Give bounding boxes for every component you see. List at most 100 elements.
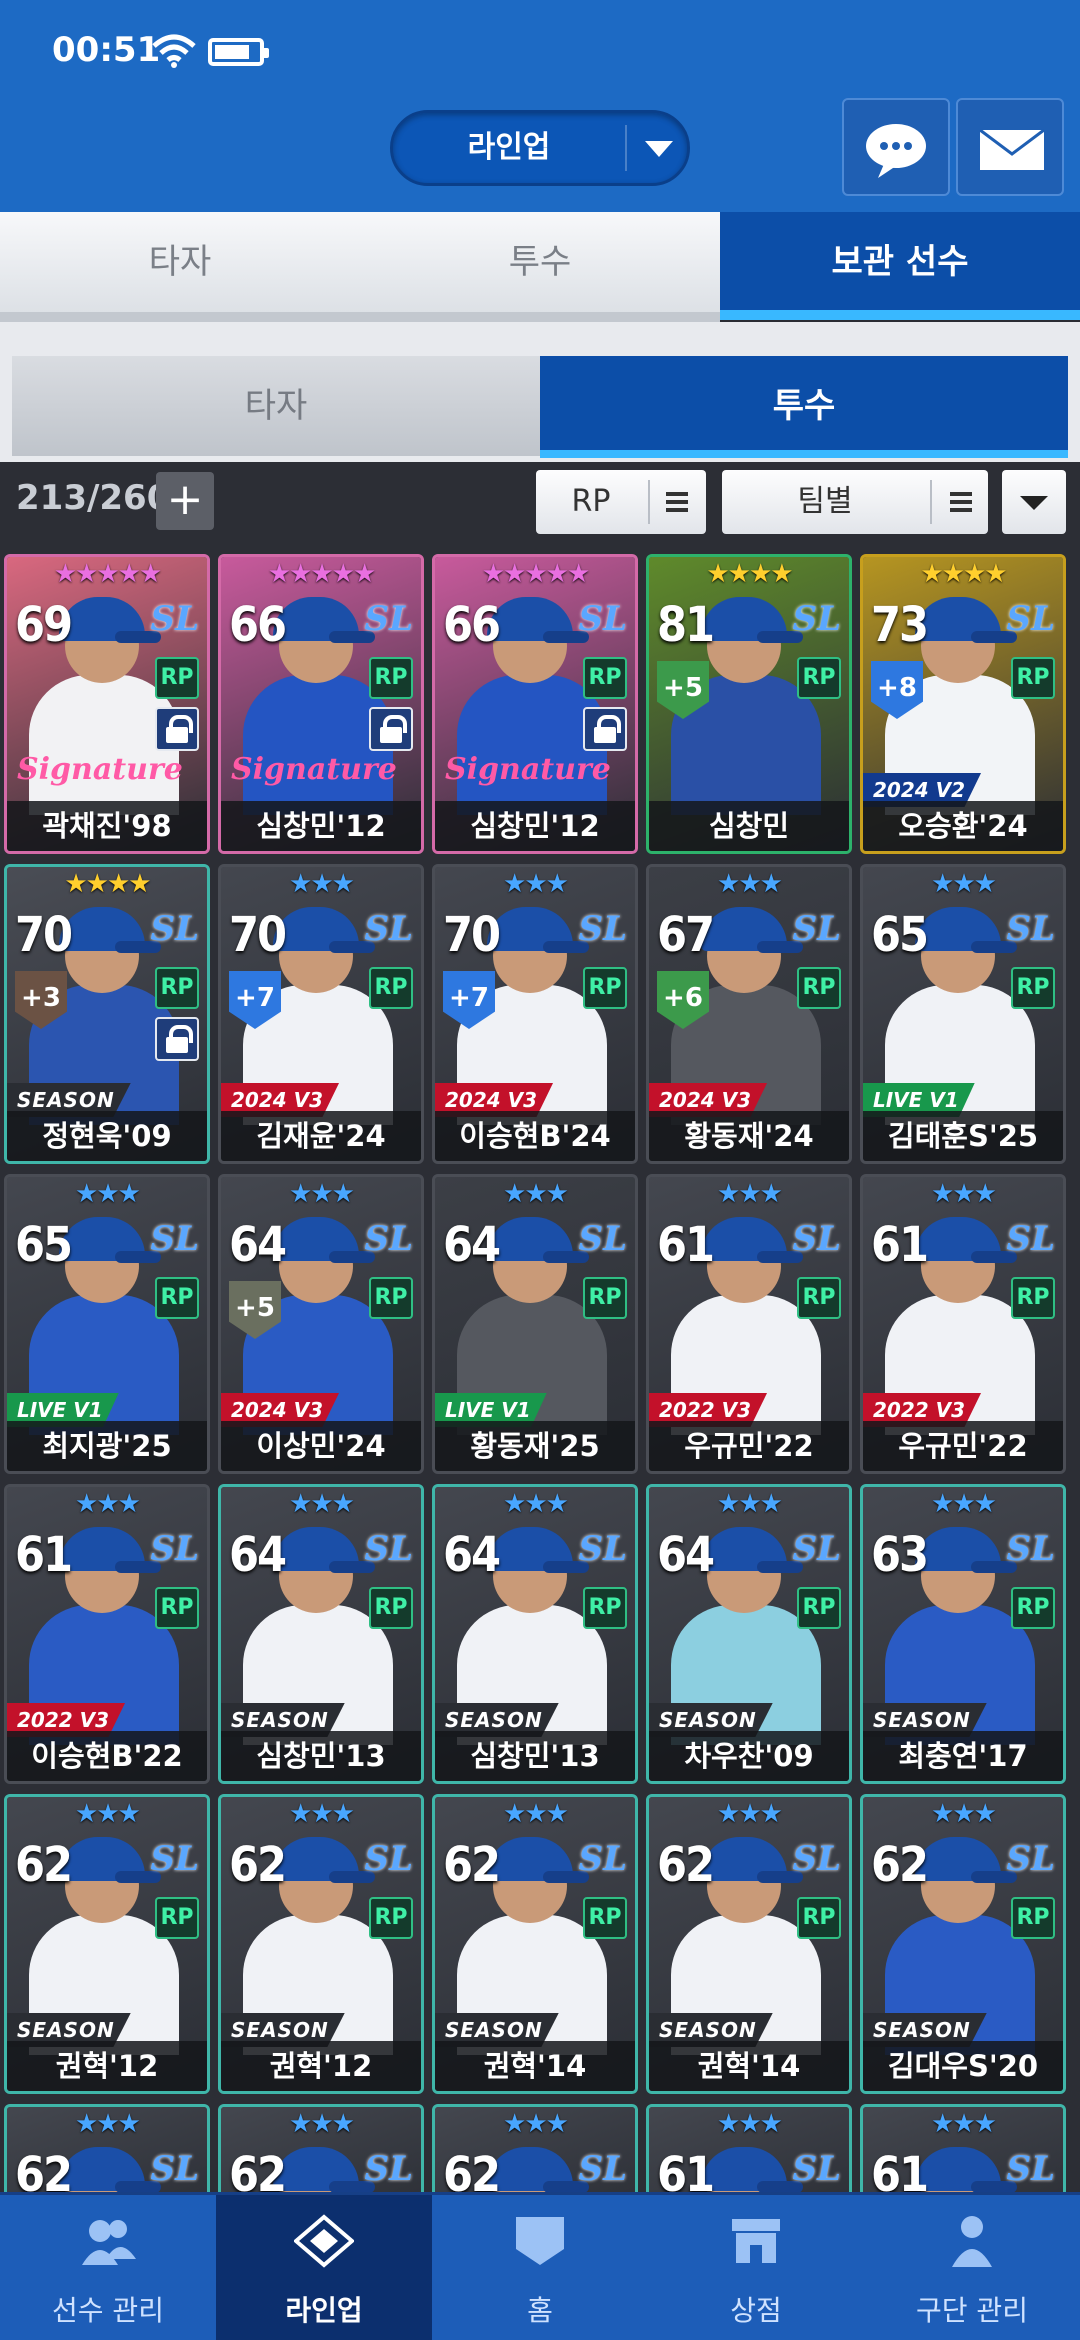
tab-batters[interactable]: 타자 — [0, 212, 360, 312]
overall-rating: 61 — [871, 2147, 929, 2192]
star-rating: ★★★ — [717, 1489, 783, 1519]
tab-pitchers[interactable]: 투수 — [360, 212, 720, 312]
card-version-badge: Signature — [445, 752, 611, 787]
player-name: 우규민'22 — [649, 1421, 849, 1471]
sort-filter[interactable]: 팀별 — [722, 470, 988, 534]
tab-stored-players[interactable]: 보관 선수 — [720, 212, 1080, 312]
player-card[interactable]: ★★★★ 73 SL RP +8 2024 V2 오승환'24 — [860, 554, 1066, 854]
lineup-dropdown[interactable]: 라인업 — [390, 110, 690, 186]
position-badge: RP — [369, 967, 413, 1009]
position-filter[interactable]: RP — [536, 470, 706, 534]
player-card[interactable]: ★★★ 61 SL — [646, 2104, 852, 2192]
player-card[interactable]: ★★★ 64 SL RP +5 2024 V3 이상민'24 — [218, 1174, 424, 1474]
wifi-icon — [152, 34, 196, 68]
player-card[interactable]: ★★★ 65 SL RP LIVE V1 김태훈S'25 — [860, 864, 1066, 1164]
player-card[interactable]: ★★★ 64 SL RP SEASON 차우찬'09 — [646, 1484, 852, 1784]
subtab-batters[interactable]: 타자 — [12, 356, 540, 456]
player-name: 이승현B'22 — [7, 1731, 207, 1781]
player-name: 차우찬'09 — [649, 1731, 849, 1781]
position-badge: RP — [1011, 967, 1055, 1009]
mail-button[interactable] — [956, 98, 1064, 196]
nav-home[interactable]: 홈 — [432, 2195, 648, 2340]
subtab-pitchers[interactable]: 투수 — [540, 356, 1068, 456]
team-logo-icon: SL — [792, 2149, 841, 2189]
player-card[interactable]: ★★★ 63 SL RP SEASON 최충연'17 — [860, 1484, 1066, 1784]
nav-player-management[interactable]: 선수 관리 — [0, 2195, 216, 2340]
star-rating: ★★★ — [75, 1179, 141, 1209]
team-logo-icon: SL — [578, 909, 627, 949]
player-card[interactable]: ★★★ 62 SL — [4, 2104, 210, 2192]
home-icon — [516, 2217, 564, 2265]
position-badge: RP — [155, 1587, 199, 1629]
player-name: 김태훈S'25 — [863, 1111, 1063, 1161]
star-rating: ★★★★★ — [481, 559, 591, 589]
star-rating: ★★★ — [717, 1799, 783, 1829]
lock-icon — [369, 707, 413, 751]
player-card[interactable]: ★★★ 62 SL RP SEASON 권혁'12 — [218, 1794, 424, 2094]
nav-shop[interactable]: 상점 — [648, 2195, 864, 2340]
player-card[interactable]: ★★★★ 70 SL RP +3 SEASON 정현욱'09 — [4, 864, 210, 1164]
player-card[interactable]: ★★★ 64 SL RP SEASON 심창민'13 — [218, 1484, 424, 1784]
player-card[interactable]: ★★★ 62 SL RP SEASON 권혁'12 — [4, 1794, 210, 2094]
overall-rating: 62 — [15, 2147, 73, 2192]
player-card[interactable]: ★★★ 62 SL RP SEASON 권혁'14 — [432, 1794, 638, 2094]
lineup-dropdown-label: 라인업 — [467, 130, 551, 165]
team-logo-icon: SL — [792, 599, 841, 639]
player-card[interactable]: ★★★ 62 SL — [218, 2104, 424, 2192]
player-name: 황동재'25 — [435, 1421, 635, 1471]
player-card[interactable]: ★★★★★ 69 SL RP Signature 곽채진'98 — [4, 554, 210, 854]
team-logo-icon: SL — [364, 1839, 413, 1879]
team-logo-icon: SL — [792, 1839, 841, 1879]
player-card[interactable]: ★★★ 70 SL RP +7 2024 V3 이승현B'24 — [432, 864, 638, 1164]
nav-club-management[interactable]: 구단 관리 — [864, 2195, 1080, 2340]
team-logo-icon: SL — [1006, 1529, 1055, 1569]
overall-rating: 61 — [657, 1217, 715, 1273]
player-card[interactable]: ★★★ 61 SL RP 2022 V3 우규민'22 — [646, 1174, 852, 1474]
star-rating: ★★★★ — [64, 869, 151, 899]
team-logo-icon: SL — [150, 1529, 199, 1569]
star-rating: ★★★ — [289, 869, 355, 899]
star-rating: ★★★ — [503, 1179, 569, 1209]
overall-rating: 64 — [443, 1217, 501, 1273]
star-rating: ★★★ — [75, 1489, 141, 1519]
player-card[interactable]: ★★★★★ 66 SL RP Signature 심창민'12 — [432, 554, 638, 854]
overall-rating: 70 — [443, 907, 501, 963]
team-logo-icon: SL — [1006, 1219, 1055, 1259]
star-rating: ★★★ — [289, 1179, 355, 1209]
player-card[interactable]: ★★★★★ 66 SL RP Signature 심창민'12 — [218, 554, 424, 854]
card-version-badge: Signature — [231, 752, 397, 787]
position-badge: RP — [1011, 1587, 1055, 1629]
player-card[interactable]: ★★★ 62 SL RP SEASON 김대우S'20 — [860, 1794, 1066, 2094]
expand-slots-button[interactable]: + — [156, 472, 214, 530]
player-card[interactable]: ★★★★ 81 SL RP +5 심창민 — [646, 554, 852, 854]
team-logo-icon: SL — [364, 909, 413, 949]
player-card[interactable]: ★★★ 67 SL RP +6 2024 V3 황동재'24 — [646, 864, 852, 1164]
player-card[interactable]: ★★★ 61 SL RP 2022 V3 이승현B'22 — [4, 1484, 210, 1784]
star-rating: ★★★ — [503, 1799, 569, 1829]
sort-filter-label: 팀별 — [797, 484, 853, 519]
player-card[interactable]: ★★★ 64 SL RP SEASON 심창민'13 — [432, 1484, 638, 1784]
player-card[interactable]: ★★★ 62 SL RP SEASON 권혁'14 — [646, 1794, 852, 2094]
overall-rating: 63 — [871, 1527, 929, 1583]
nav-lineup[interactable]: 라인업 — [216, 2195, 432, 2340]
player-card[interactable]: ★★★ 61 SL — [860, 2104, 1066, 2192]
player-card[interactable]: ★★★ 70 SL RP +7 2024 V3 김재윤'24 — [218, 864, 424, 1164]
position-badge: RP — [155, 1277, 199, 1319]
player-card[interactable]: ★★★ 65 SL RP LIVE V1 최지광'25 — [4, 1174, 210, 1474]
sort-order-dropdown[interactable] — [1002, 470, 1066, 534]
position-badge: RP — [797, 1587, 841, 1629]
star-rating: ★★★ — [289, 1489, 355, 1519]
team-logo-icon: SL — [150, 2149, 199, 2189]
chat-button[interactable] — [842, 98, 950, 196]
star-rating: ★★★★★ — [53, 559, 163, 589]
star-rating: ★★★ — [931, 1179, 997, 1209]
player-card[interactable]: ★★★ 62 SL — [432, 2104, 638, 2192]
card-version-badge: Signature — [17, 752, 183, 787]
star-rating: ★★★ — [289, 1799, 355, 1829]
player-card[interactable]: ★★★ 64 SL RP LIVE V1 황동재'25 — [432, 1174, 638, 1474]
player-name: 이승현B'24 — [435, 1111, 635, 1161]
team-logo-icon: SL — [1006, 909, 1055, 949]
player-card[interactable]: ★★★ 61 SL RP 2022 V3 우규민'22 — [860, 1174, 1066, 1474]
chevron-down-icon — [645, 141, 673, 157]
position-filter-label: RP — [571, 484, 611, 519]
